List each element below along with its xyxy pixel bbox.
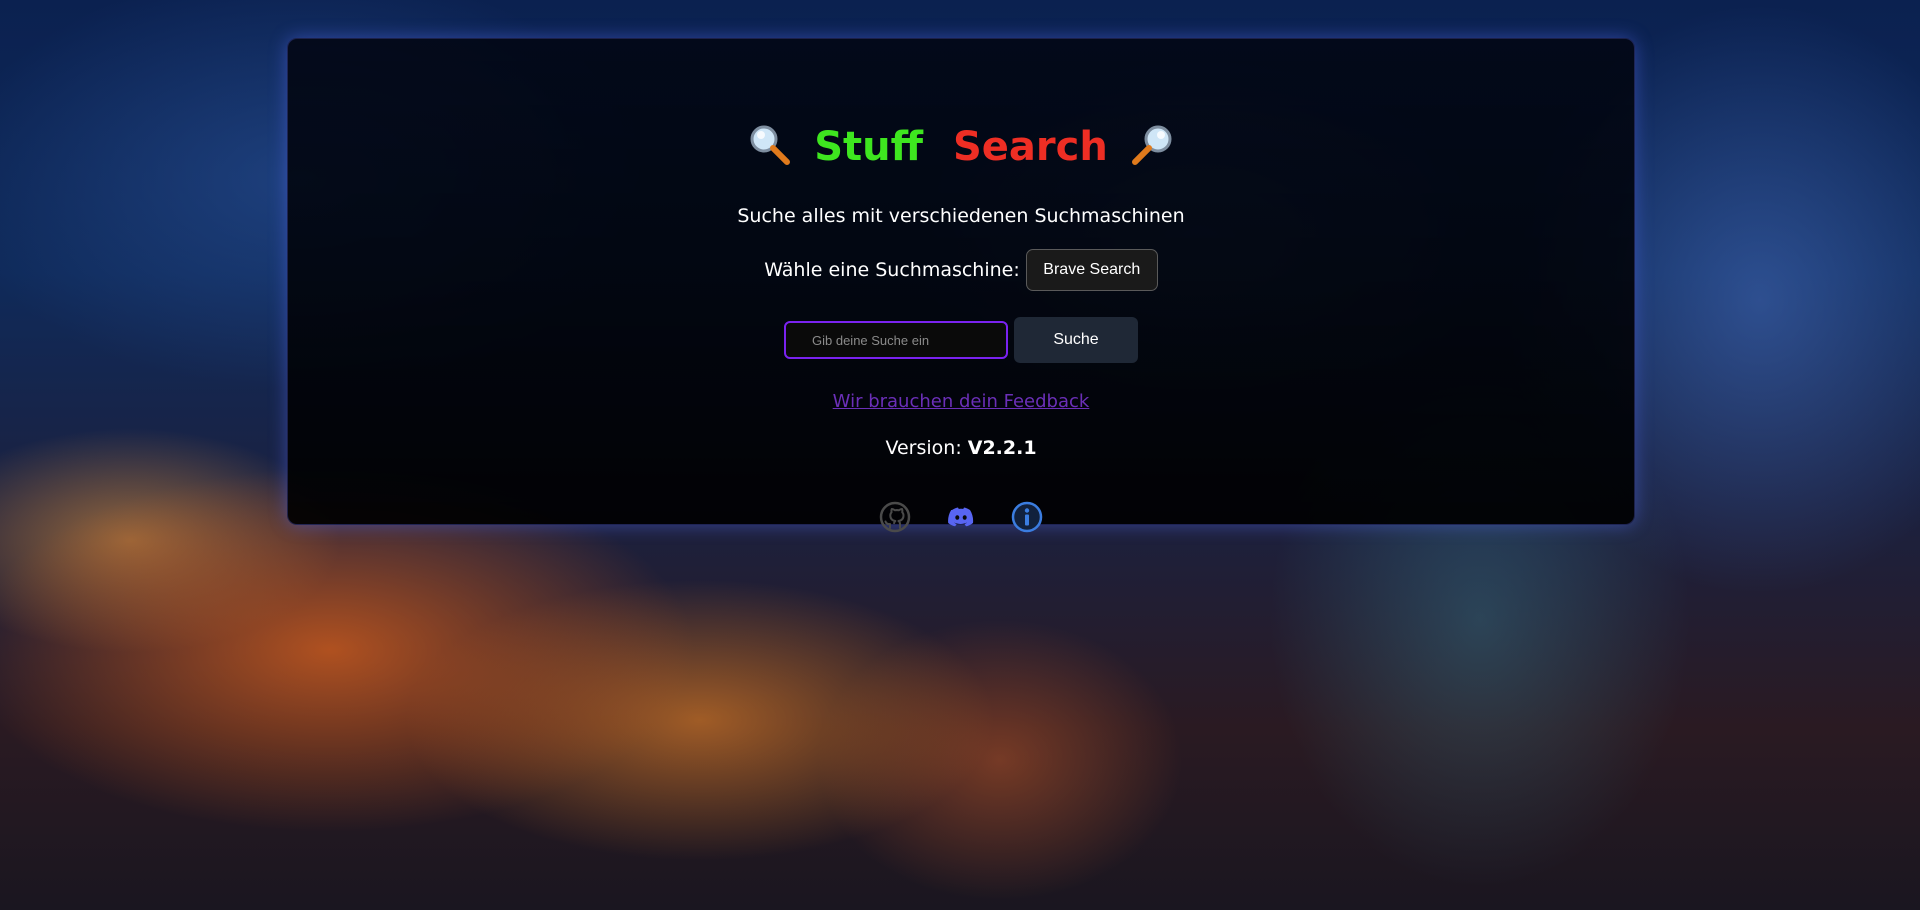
engine-picker-label: Wähle eine Suchmaschine: — [764, 259, 1020, 281]
magnifier-right-icon — [1130, 123, 1174, 167]
version-row: Version: V2.2.1 — [288, 437, 1634, 459]
github-icon[interactable] — [879, 501, 911, 533]
title-word-stuff: Stuff — [814, 124, 924, 170]
subtitle: Suche alles mit verschiedenen Suchmaschi… — [737, 205, 1185, 227]
engine-picker-row: Wähle eine Suchmaschine: Brave Search — [288, 249, 1634, 291]
search-input[interactable] — [784, 321, 1008, 359]
version-label: Version: — [885, 437, 962, 459]
discord-icon[interactable] — [945, 501, 977, 533]
main-card: Stuff Search Suche alles mit verschieden… — [287, 38, 1635, 533]
version-value: V2.2.1 — [967, 437, 1037, 459]
engine-select[interactable]: Brave Search — [1025, 249, 1158, 291]
title-word-search: Search — [952, 124, 1108, 170]
page-title: Stuff Search — [288, 119, 1634, 175]
feedback-link[interactable]: Wir brauchen dein Feedback — [833, 391, 1090, 412]
magnifier-left-icon — [748, 123, 792, 167]
info-icon[interactable] — [1011, 501, 1043, 533]
search-row: Suche — [288, 317, 1634, 363]
feedback-row: Wir brauchen dein Feedback — [288, 391, 1634, 412]
footer-icons — [288, 501, 1634, 533]
search-button[interactable]: Suche — [1014, 317, 1138, 363]
